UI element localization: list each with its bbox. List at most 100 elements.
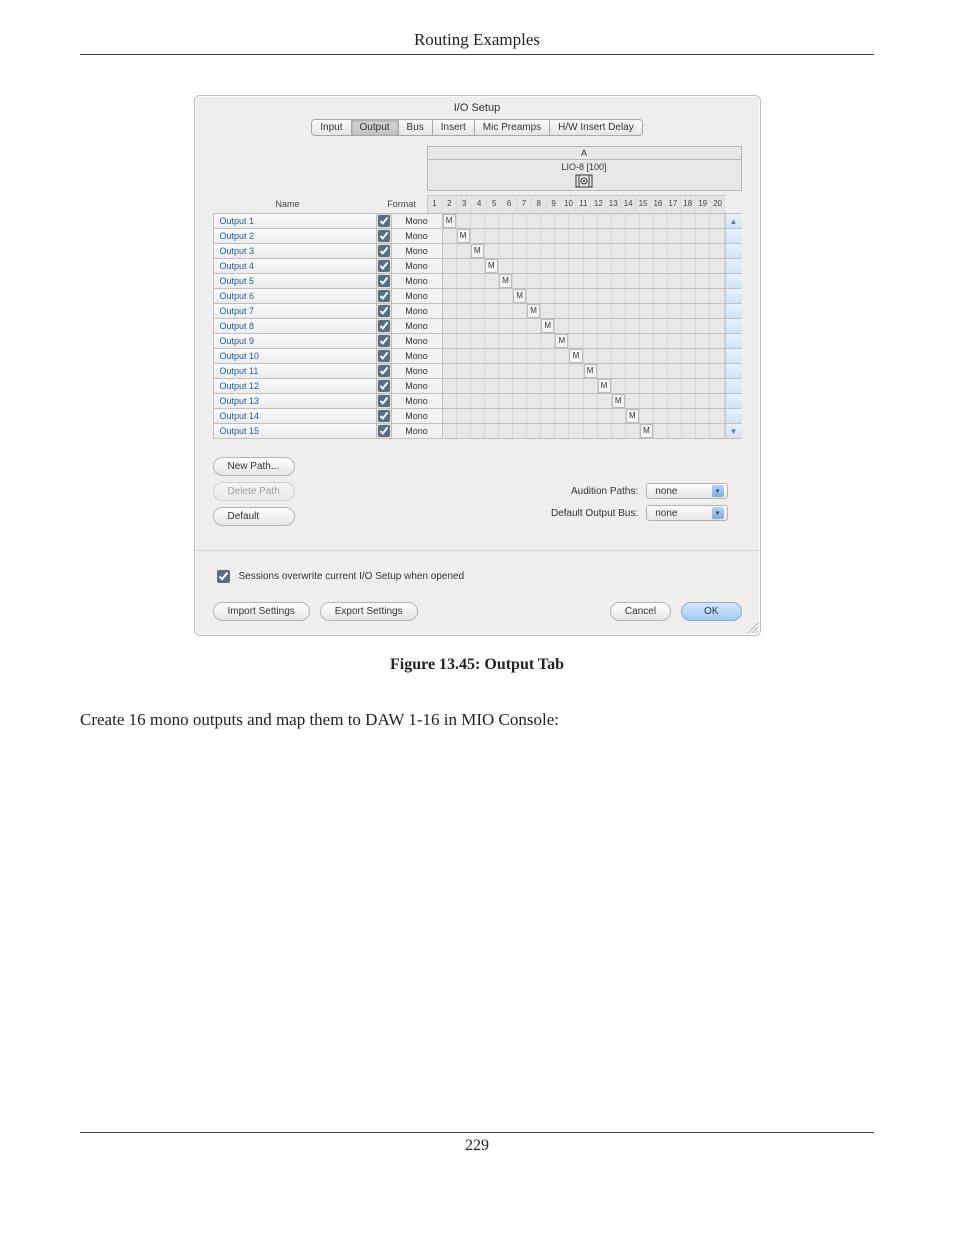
output-enabled-checkbox[interactable] xyxy=(378,350,390,362)
channel-cell[interactable] xyxy=(696,364,710,378)
channel-cell[interactable] xyxy=(541,409,555,423)
output-name[interactable]: Output 1 xyxy=(213,214,377,228)
channel-cell[interactable] xyxy=(555,259,569,273)
channel-cell[interactable] xyxy=(485,424,499,438)
channel-cell[interactable] xyxy=(612,214,626,228)
scrollbar-track[interactable] xyxy=(725,244,742,258)
channel-cell[interactable] xyxy=(569,304,583,318)
channel-cell[interactable] xyxy=(513,394,527,408)
channel-cell[interactable] xyxy=(710,274,724,288)
channel-cell[interactable] xyxy=(527,229,541,243)
channel-cell[interactable] xyxy=(668,229,682,243)
scrollbar-track[interactable] xyxy=(725,319,742,333)
output-format[interactable]: Mono xyxy=(392,394,443,408)
output-format[interactable]: Mono xyxy=(392,244,443,258)
channel-cell[interactable] xyxy=(696,349,710,363)
channel-cell[interactable] xyxy=(640,289,654,303)
scroll-up-icon[interactable]: ▲ xyxy=(725,214,742,228)
channel-cell[interactable] xyxy=(569,319,583,333)
output-name[interactable]: Output 11 xyxy=(213,364,377,378)
channel-cell[interactable] xyxy=(682,349,696,363)
channel-cell[interactable] xyxy=(584,394,598,408)
channel-cell[interactable] xyxy=(471,304,485,318)
channel-cell[interactable] xyxy=(471,409,485,423)
channel-cell[interactable] xyxy=(555,214,569,228)
channel-cell[interactable]: M xyxy=(513,289,527,303)
channel-cell[interactable] xyxy=(584,424,598,438)
channel-cell[interactable] xyxy=(598,289,612,303)
channel-cell[interactable] xyxy=(541,364,555,378)
channel-cell[interactable] xyxy=(485,394,499,408)
channel-cell[interactable] xyxy=(654,289,668,303)
channel-cell[interactable] xyxy=(612,379,626,393)
channel-cell[interactable] xyxy=(513,259,527,273)
channel-cell[interactable] xyxy=(457,244,471,258)
output-format[interactable]: Mono xyxy=(392,289,443,303)
channel-cell[interactable] xyxy=(527,349,541,363)
channel-cell[interactable] xyxy=(696,244,710,258)
channel-cell[interactable] xyxy=(654,364,668,378)
output-enabled-checkbox[interactable] xyxy=(378,245,390,257)
channel-cell[interactable] xyxy=(682,334,696,348)
output-name[interactable]: Output 2 xyxy=(213,229,377,243)
channel-cell[interactable] xyxy=(640,394,654,408)
channel-cell[interactable] xyxy=(598,214,612,228)
channel-cell[interactable] xyxy=(527,334,541,348)
channel-cell[interactable] xyxy=(626,244,640,258)
sessions-overwrite-checkbox[interactable] xyxy=(217,570,230,583)
channel-cell[interactable] xyxy=(584,304,598,318)
audition-paths-select[interactable]: none ▾ xyxy=(646,483,727,499)
channel-cell[interactable] xyxy=(471,364,485,378)
channel-cell[interactable] xyxy=(682,289,696,303)
channel-cell[interactable] xyxy=(598,424,612,438)
channel-cell[interactable] xyxy=(443,289,457,303)
channel-cell[interactable] xyxy=(527,319,541,333)
channel-cell[interactable] xyxy=(555,364,569,378)
channel-cell[interactable] xyxy=(584,274,598,288)
channel-cell[interactable] xyxy=(457,379,471,393)
channel-cell[interactable] xyxy=(640,304,654,318)
channel-cell[interactable] xyxy=(499,349,513,363)
channel-cell[interactable] xyxy=(513,274,527,288)
output-name[interactable]: Output 3 xyxy=(213,244,377,258)
scrollbar-track[interactable] xyxy=(725,394,742,408)
channel-cell[interactable] xyxy=(696,214,710,228)
channel-cell[interactable] xyxy=(598,394,612,408)
channel-cell[interactable] xyxy=(584,214,598,228)
channel-cell[interactable] xyxy=(654,349,668,363)
channel-cell[interactable] xyxy=(612,349,626,363)
channel-cell[interactable] xyxy=(457,424,471,438)
channel-cell[interactable] xyxy=(541,244,555,258)
channel-cell[interactable] xyxy=(499,214,513,228)
channel-cell[interactable] xyxy=(598,334,612,348)
channel-cell[interactable] xyxy=(471,214,485,228)
channel-cell[interactable] xyxy=(527,379,541,393)
resize-grip-icon[interactable] xyxy=(746,621,758,633)
channel-cell[interactable] xyxy=(499,229,513,243)
channel-cell[interactable]: M xyxy=(612,394,626,408)
output-name[interactable]: Output 5 xyxy=(213,274,377,288)
channel-cell[interactable] xyxy=(598,409,612,423)
channel-cell[interactable] xyxy=(696,259,710,273)
channel-cell[interactable] xyxy=(541,274,555,288)
channel-cell[interactable] xyxy=(640,364,654,378)
channel-cell[interactable] xyxy=(682,259,696,273)
channel-cell[interactable] xyxy=(485,304,499,318)
channel-cell[interactable] xyxy=(654,229,668,243)
channel-cell[interactable] xyxy=(598,259,612,273)
channel-cell[interactable] xyxy=(541,214,555,228)
channel-cell[interactable] xyxy=(612,304,626,318)
channel-cell[interactable] xyxy=(668,304,682,318)
channel-cell[interactable] xyxy=(696,289,710,303)
channel-cell[interactable] xyxy=(527,394,541,408)
channel-cell[interactable] xyxy=(696,274,710,288)
output-name[interactable]: Output 10 xyxy=(213,349,377,363)
channel-cell[interactable] xyxy=(541,334,555,348)
output-format[interactable]: Mono xyxy=(392,409,443,423)
tab-insert[interactable]: Insert xyxy=(433,119,475,136)
channel-cell[interactable] xyxy=(555,349,569,363)
channel-cell[interactable] xyxy=(654,319,668,333)
scrollbar-track[interactable] xyxy=(725,274,742,288)
channel-cell[interactable] xyxy=(682,424,696,438)
channel-cell[interactable] xyxy=(499,379,513,393)
